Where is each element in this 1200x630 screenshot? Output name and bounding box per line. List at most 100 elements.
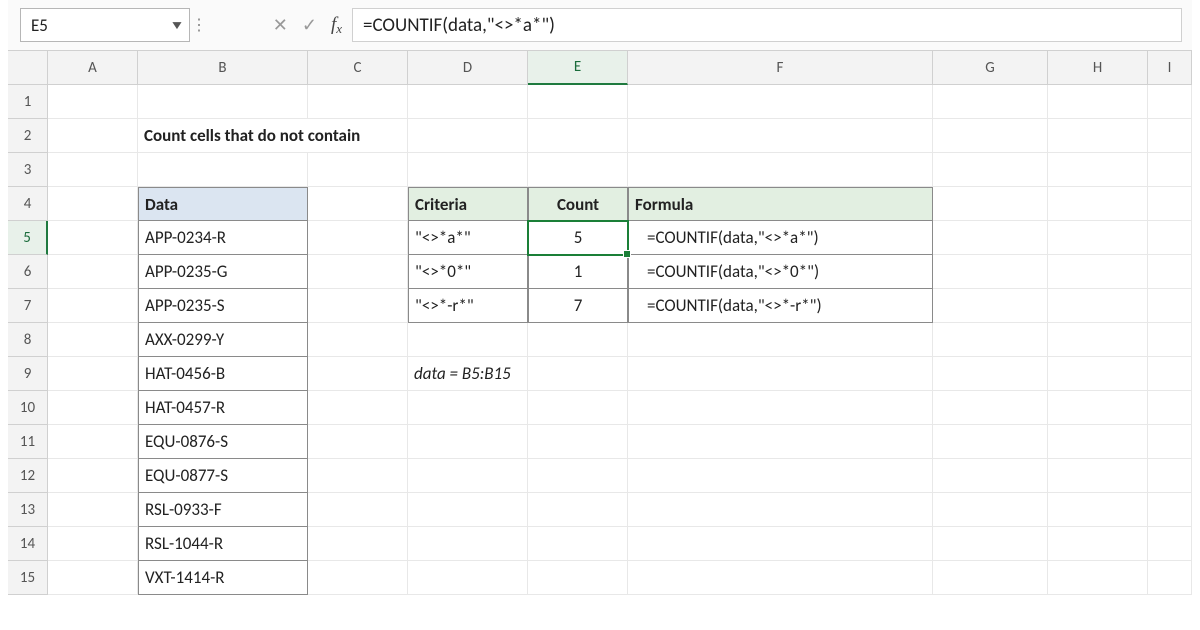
row-header-4[interactable]: 4 <box>8 187 48 221</box>
cell-G9[interactable] <box>933 357 1048 391</box>
cell-A15[interactable] <box>48 561 138 595</box>
data-cell[interactable]: AXX-0299-Y <box>138 323 308 357</box>
cell-G12[interactable] <box>933 459 1048 493</box>
cell-D10[interactable] <box>408 391 528 425</box>
cell-G11[interactable] <box>933 425 1048 459</box>
cell-B1[interactable] <box>138 85 308 119</box>
cell-B3[interactable] <box>138 153 308 187</box>
data-cell[interactable]: VXT-1414-R <box>138 561 308 595</box>
cell-C7[interactable] <box>308 289 408 323</box>
data-cell[interactable]: APP-0235-S <box>138 289 308 323</box>
cell-F13[interactable] <box>628 493 933 527</box>
cell-F12[interactable] <box>628 459 933 493</box>
cell-D13[interactable] <box>408 493 528 527</box>
criteria-cell[interactable]: "<>*0*" <box>408 255 528 289</box>
cell-F9[interactable] <box>628 357 933 391</box>
row-header-15[interactable]: 15 <box>8 561 48 595</box>
cell-I12[interactable] <box>1148 459 1192 493</box>
data-header[interactable]: Data <box>138 187 308 221</box>
criteria-cell[interactable]: "<>*-r*" <box>408 289 528 323</box>
cell-H3[interactable] <box>1048 153 1148 187</box>
cell-D11[interactable] <box>408 425 528 459</box>
data-cell[interactable]: HAT-0457-R <box>138 391 308 425</box>
cell-I3[interactable] <box>1148 153 1192 187</box>
page-title[interactable]: Count cells that do not contain <box>138 119 308 153</box>
cell-D8[interactable] <box>408 323 528 357</box>
cell-C15[interactable] <box>308 561 408 595</box>
cell-E2[interactable] <box>528 119 628 153</box>
cell-H13[interactable] <box>1048 493 1148 527</box>
row-header-3[interactable]: 3 <box>8 153 48 187</box>
cell-D12[interactable] <box>408 459 528 493</box>
cell-D14[interactable] <box>408 527 528 561</box>
row-header-2[interactable]: 2 <box>8 119 48 153</box>
cell-I7[interactable] <box>1148 289 1192 323</box>
cell-I5[interactable] <box>1148 221 1192 255</box>
insert-function-icon[interactable]: fx <box>331 14 342 36</box>
data-cell[interactable]: HAT-0456-B <box>138 357 308 391</box>
cell-H4[interactable] <box>1048 187 1148 221</box>
cell-C10[interactable] <box>308 391 408 425</box>
cell-E13[interactable] <box>528 493 628 527</box>
cell-C8[interactable] <box>308 323 408 357</box>
col-header-H[interactable]: H <box>1048 51 1148 85</box>
cell-A8[interactable] <box>48 323 138 357</box>
cell-C6[interactable] <box>308 255 408 289</box>
name-box[interactable]: E5 ▼ <box>20 8 190 42</box>
row-header-9[interactable]: 9 <box>8 357 48 391</box>
cell-H12[interactable] <box>1048 459 1148 493</box>
cell-I4[interactable] <box>1148 187 1192 221</box>
cell-F2[interactable] <box>628 119 933 153</box>
cell-G2[interactable] <box>933 119 1048 153</box>
cell-I13[interactable] <box>1148 493 1192 527</box>
criteria-header[interactable]: Criteria <box>408 187 528 221</box>
cell-A10[interactable] <box>48 391 138 425</box>
cell-A12[interactable] <box>48 459 138 493</box>
cell-A6[interactable] <box>48 255 138 289</box>
cell-G14[interactable] <box>933 527 1048 561</box>
cell-A5[interactable] <box>48 221 138 255</box>
cell-E15[interactable] <box>528 561 628 595</box>
cell-C5[interactable] <box>308 221 408 255</box>
cell-C12[interactable] <box>308 459 408 493</box>
cell-I14[interactable] <box>1148 527 1192 561</box>
formula-input[interactable]: =COUNTIF(data,"<>*a*") <box>353 8 1182 42</box>
cell-F15[interactable] <box>628 561 933 595</box>
cell-E3[interactable] <box>528 153 628 187</box>
col-header-A[interactable]: A <box>48 51 138 85</box>
cell-D15[interactable] <box>408 561 528 595</box>
row-header-6[interactable]: 6 <box>8 255 48 289</box>
cell-A9[interactable] <box>48 357 138 391</box>
spreadsheet-grid[interactable]: ABCDEFGHI12Count cells that do not conta… <box>8 51 1192 595</box>
cell-A11[interactable] <box>48 425 138 459</box>
cell-I8[interactable] <box>1148 323 1192 357</box>
confirm-icon[interactable]: ✓ <box>302 14 317 36</box>
data-cell[interactable]: RSL-1044-R <box>138 527 308 561</box>
cell-C4[interactable] <box>308 187 408 221</box>
cell-G1[interactable] <box>933 85 1048 119</box>
row-header-8[interactable]: 8 <box>8 323 48 357</box>
row-header-1[interactable]: 1 <box>8 85 48 119</box>
formula-cell[interactable]: =COUNTIF(data,"<>*a*") <box>628 221 933 255</box>
cell-G8[interactable] <box>933 323 1048 357</box>
cell-G10[interactable] <box>933 391 1048 425</box>
col-header-G[interactable]: G <box>933 51 1048 85</box>
cell-D1[interactable] <box>408 85 528 119</box>
row-header-13[interactable]: 13 <box>8 493 48 527</box>
row-header-7[interactable]: 7 <box>8 289 48 323</box>
cell-C1[interactable] <box>308 85 408 119</box>
cell-G15[interactable] <box>933 561 1048 595</box>
count-cell[interactable]: 5 <box>528 221 628 255</box>
count-header[interactable]: Count <box>528 187 628 221</box>
cell-I1[interactable] <box>1148 85 1192 119</box>
cell-G7[interactable] <box>933 289 1048 323</box>
cell-F1[interactable] <box>628 85 933 119</box>
cell-F14[interactable] <box>628 527 933 561</box>
count-cell[interactable]: 1 <box>528 255 628 289</box>
row-header-12[interactable]: 12 <box>8 459 48 493</box>
cell-A14[interactable] <box>48 527 138 561</box>
cell-H15[interactable] <box>1048 561 1148 595</box>
col-header-C[interactable]: C <box>308 51 408 85</box>
cell-I15[interactable] <box>1148 561 1192 595</box>
cell-E10[interactable] <box>528 391 628 425</box>
